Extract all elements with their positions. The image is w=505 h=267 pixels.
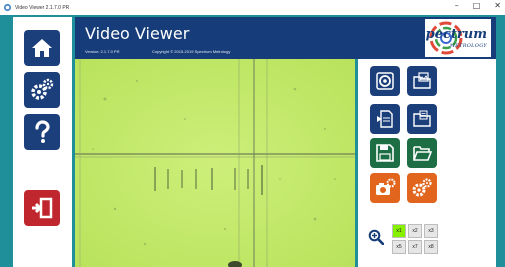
load-file-button[interactable] (370, 104, 400, 134)
camera-settings-button[interactable] (370, 173, 400, 203)
zoom-x5-button[interactable]: x5 (392, 240, 406, 254)
document-icon (377, 110, 393, 128)
camera-gear-icon (376, 178, 396, 195)
open-folder-button[interactable] (407, 104, 437, 134)
company-logo: Spectrum METROLOGY (416, 19, 491, 57)
question-icon (35, 120, 50, 143)
zoom-in-icon (368, 229, 384, 245)
app-icon (3, 3, 12, 12)
minimize-button[interactable]: – (455, 1, 459, 10)
help-button[interactable] (24, 114, 60, 150)
zoom-x8-button[interactable]: x8 (424, 240, 438, 254)
microscope-image (75, 59, 355, 267)
open-folder-2-button[interactable] (407, 138, 437, 168)
home-icon (32, 39, 52, 57)
home-button[interactable] (24, 30, 60, 66)
close-button[interactable]: ✕ (494, 1, 501, 10)
gears-icon (31, 78, 54, 100)
zoom-x2-button[interactable]: x2 (408, 224, 422, 238)
maximize-button[interactable]: □ (473, 1, 481, 10)
folder-icon (413, 110, 431, 127)
exit-icon (32, 197, 53, 219)
tool-panel: x1 x2 x3 x5 x7 x8 (358, 59, 496, 267)
window-titlebar: Video Viewer 2.1.7.0 PR – □ ✕ (0, 0, 505, 15)
copyright-text: Copyright © 2015-2019 Spectrum Metrology (152, 49, 231, 54)
zoom-x7-button[interactable]: x7 (408, 240, 422, 254)
gears-icon (412, 178, 432, 197)
save-button[interactable] (370, 138, 400, 168)
zoom-x3-button[interactable]: x3 (424, 224, 438, 238)
save-icon (376, 144, 394, 162)
logo-wordmark: Spectrum (416, 27, 487, 42)
image-folder-icon (413, 72, 431, 89)
video-viewport[interactable] (75, 59, 355, 267)
zoom-level-selector: x1 x2 x3 x5 x7 x8 (392, 224, 438, 254)
version-text: Version: 2.1.7.0 PR (85, 49, 120, 54)
logo-tagline: METROLOGY (449, 43, 487, 49)
settings-button[interactable] (24, 72, 60, 108)
app-header: Video Viewer Version: 2.1.7.0 PR Copyrig… (75, 17, 496, 59)
settings-gears-button[interactable] (407, 173, 437, 203)
folder-open-icon (413, 146, 432, 161)
exit-button[interactable] (24, 190, 60, 226)
window-controls: – □ ✕ (455, 1, 501, 10)
window-title: Video Viewer 2.1.7.0 PR (15, 4, 70, 11)
camera-view-button[interactable] (370, 66, 400, 96)
zoom-x1-button[interactable]: x1 (392, 224, 406, 238)
lens-icon (376, 72, 394, 90)
sidebar (13, 17, 72, 267)
app-title: Video Viewer (85, 24, 190, 43)
open-image-button[interactable] (407, 66, 437, 96)
